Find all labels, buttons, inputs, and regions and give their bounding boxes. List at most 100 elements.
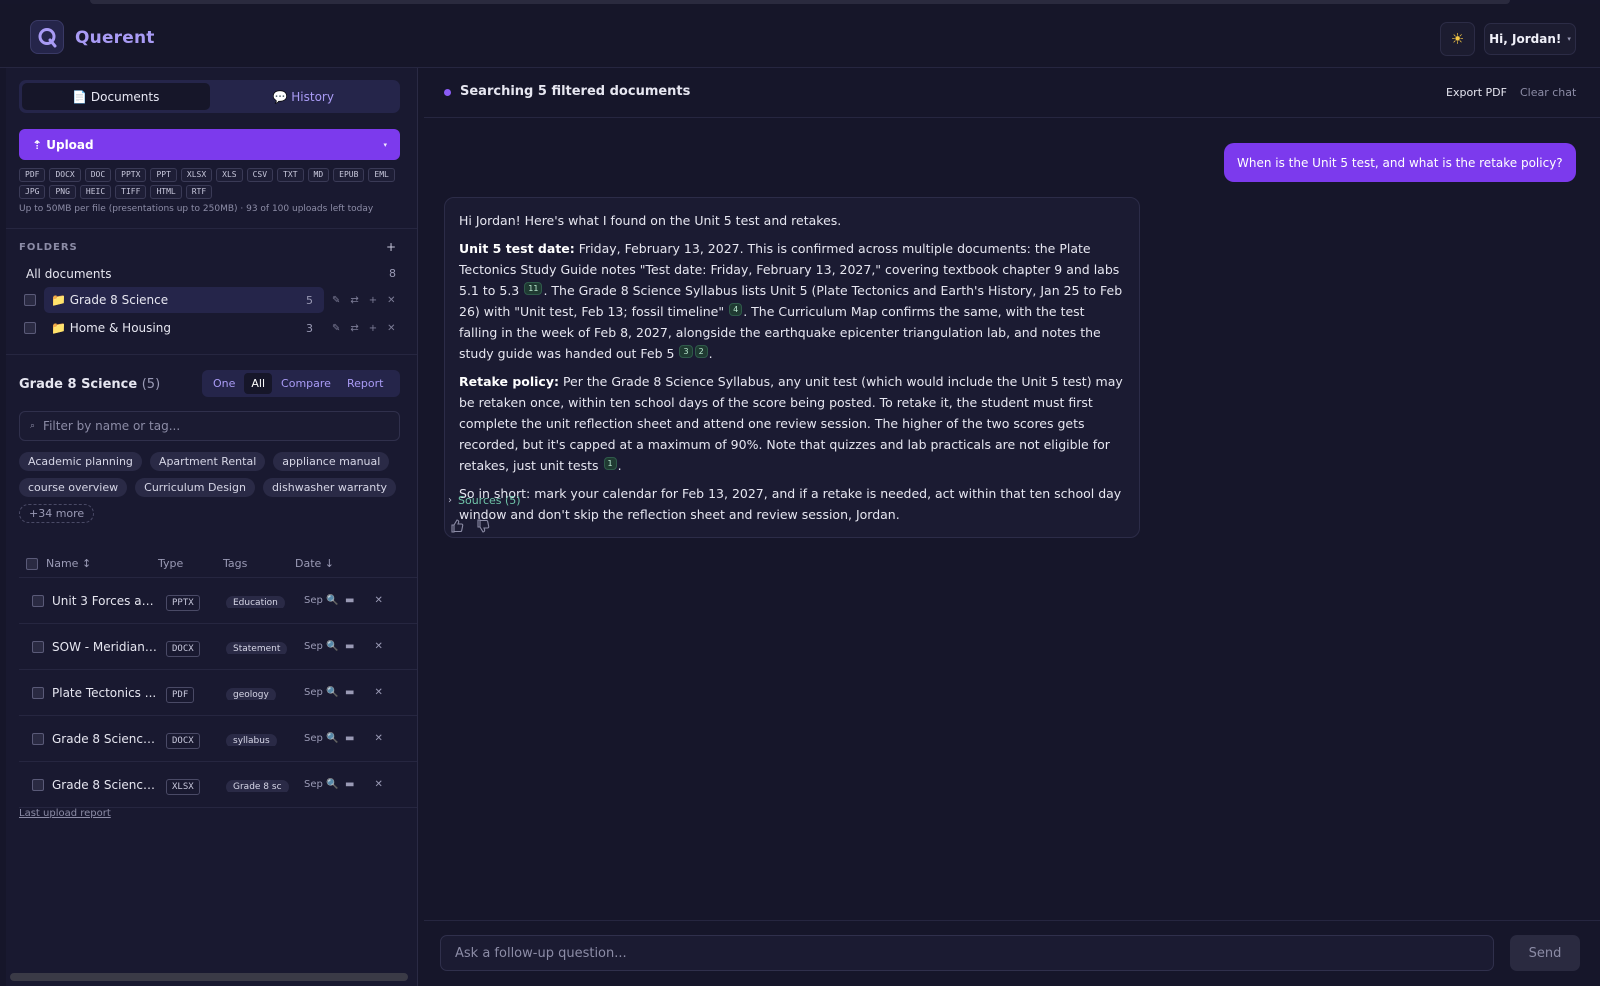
follow-up-input[interactable]: Ask a follow-up question...	[440, 935, 1494, 971]
answer-test-date: Unit 5 test date: Friday, February 13, 2…	[459, 238, 1125, 364]
format-chip: PDF	[19, 168, 46, 182]
citation-badge[interactable]: 11	[524, 282, 543, 295]
folder-label[interactable]: 📁 Home & Housing	[44, 315, 324, 341]
close-icon[interactable]: ✕	[374, 641, 382, 652]
search-doc-icon[interactable]: 🔍	[326, 595, 338, 606]
export-pdf-button[interactable]: Export PDF	[1446, 86, 1507, 99]
filter-input[interactable]: ⌕ Filter by name or tag...	[19, 411, 400, 441]
tag-chip[interactable]: Education	[226, 595, 285, 608]
thumbs-down-icon[interactable]	[476, 519, 490, 533]
mode-all[interactable]: All	[244, 373, 273, 394]
sun-icon: ☀	[1450, 30, 1465, 48]
row-checkbox[interactable]	[32, 594, 44, 607]
search-doc-icon[interactable]: 🔍	[326, 779, 338, 790]
theme-toggle-button[interactable]: ☀	[1440, 22, 1475, 56]
more-tags-button[interactable]: +34 more	[19, 504, 95, 523]
folder-checkbox[interactable]	[24, 322, 36, 334]
tag-chip[interactable]: Grade 8 sc	[226, 779, 289, 792]
column-name[interactable]: Name ↕	[46, 557, 158, 570]
tag-chip[interactable]: Apartment Rental	[149, 452, 266, 471]
edit-icon[interactable]: ✎	[332, 323, 340, 334]
citation-badge[interactable]: 2	[694, 345, 708, 358]
folder-icon[interactable]: ▬	[345, 641, 354, 652]
column-type[interactable]: Type	[158, 557, 223, 570]
folder-icon[interactable]: ▬	[345, 687, 354, 698]
format-chip: PPTX	[115, 168, 147, 182]
citation-badge[interactable]: 3	[679, 345, 693, 358]
column-date[interactable]: Date ↓	[295, 557, 334, 570]
horizontal-scrollbar[interactable]	[10, 973, 408, 981]
close-icon[interactable]: ✕	[374, 779, 382, 790]
logo[interactable]	[30, 20, 64, 54]
close-icon[interactable]: ✕	[387, 323, 395, 334]
document-name[interactable]: Grade 8 Science...	[52, 778, 160, 792]
folder-label[interactable]: 📁 Grade 8 Science	[44, 287, 324, 313]
document-date: Sep 🔍	[304, 641, 339, 652]
tag-chip[interactable]: syllabus	[226, 733, 277, 746]
chevron-down-icon[interactable]: ▾	[383, 141, 387, 149]
table-row[interactable]: Grade 8 Science... XLSX Grade 8 sc Sep 🔍 ▬ ✕	[19, 762, 417, 808]
add-icon[interactable]: +	[369, 295, 377, 306]
search-doc-icon[interactable]: 🔍	[326, 687, 338, 698]
tag-chip[interactable]: dishwasher warranty	[262, 478, 397, 497]
document-type: XLSX	[160, 778, 226, 795]
table-row[interactable]: Plate Tectonics ... PDF geology Sep 🔍 ▬ ✕	[19, 670, 417, 716]
tag-chip[interactable]: Academic planning	[19, 452, 142, 471]
close-icon[interactable]: ✕	[374, 687, 382, 698]
document-tag: Education	[226, 594, 300, 608]
row-checkbox[interactable]	[32, 640, 44, 653]
folder-name: 📁 Home & Housing	[51, 321, 171, 335]
tag-chip[interactable]: appliance manual	[273, 452, 390, 471]
folder-icon[interactable]: ▬	[345, 779, 354, 790]
select-all-checkbox[interactable]	[26, 557, 38, 570]
table-row[interactable]: SOW - Meridian ... DOCX Statement Sep 🔍 ▬ ✕	[19, 624, 417, 670]
sources-toggle[interactable]: › Sources (5)	[448, 494, 521, 507]
folder-checkbox[interactable]	[24, 294, 36, 306]
user-menu-button[interactable]: Hi, Jordan! ▾	[1484, 23, 1576, 55]
add-folder-button[interactable]: +	[386, 240, 396, 254]
search-doc-icon[interactable]: 🔍	[326, 733, 338, 744]
add-icon[interactable]: +	[369, 323, 377, 334]
tab-documents[interactable]: 📄 Documents	[22, 83, 210, 110]
close-icon[interactable]: ✕	[374, 595, 382, 606]
tag-chip[interactable]: Statement	[226, 641, 288, 654]
document-name[interactable]: Grade 8 Science...	[52, 732, 160, 746]
mode-one[interactable]: One	[206, 373, 242, 394]
format-chip: MD	[307, 168, 330, 182]
tag-chip[interactable]: course overview	[19, 478, 128, 497]
table-row[interactable]: Unit 3 Forces an... PPTX Education Sep 🔍 ▬ ✕	[19, 578, 417, 624]
document-name[interactable]: SOW - Meridian ...	[52, 640, 160, 654]
row-checkbox[interactable]	[32, 686, 44, 699]
folder-icon[interactable]: ▬	[345, 733, 354, 744]
search-doc-icon[interactable]: 🔍	[326, 641, 338, 652]
document-name[interactable]: Plate Tectonics ...	[52, 686, 160, 700]
thumbs-up-icon[interactable]	[450, 519, 464, 533]
folder-home-housing[interactable]: 📁 Home & Housing 3 ✎ ⇄ + ✕	[19, 315, 399, 341]
folder-icon[interactable]: ▬	[345, 595, 354, 606]
clear-chat-button[interactable]: Clear chat	[1520, 86, 1576, 99]
mode-report[interactable]: Report	[340, 373, 390, 394]
tag-chip[interactable]: Curriculum Design	[135, 478, 255, 497]
last-upload-report-link[interactable]: Last upload report	[19, 808, 111, 819]
folder-grade-8-science[interactable]: 📁 Grade 8 Science 5 ✎ ⇄ + ✕	[19, 287, 399, 313]
mode-compare[interactable]: Compare	[274, 373, 338, 394]
edit-icon[interactable]: ✎	[332, 295, 340, 306]
tab-history[interactable]: 💬 History	[210, 83, 398, 110]
close-icon[interactable]: ✕	[374, 733, 382, 744]
column-tags[interactable]: Tags	[223, 557, 295, 570]
citation-badge[interactable]: 1	[603, 457, 617, 470]
sort-icon: ↕	[81, 557, 92, 570]
row-checkbox[interactable]	[32, 778, 44, 791]
close-icon[interactable]: ✕	[387, 295, 395, 306]
upload-button[interactable]: ⇡ Upload ▾	[19, 129, 400, 160]
table-row[interactable]: Grade 8 Science... DOCX syllabus Sep 🔍 ▬ ✕	[19, 716, 417, 762]
citation-badge[interactable]: 4	[729, 303, 743, 316]
tag-chip[interactable]: geology	[226, 687, 276, 700]
all-documents-item[interactable]: All documents 8	[26, 267, 396, 281]
move-icon[interactable]: ⇄	[350, 323, 358, 334]
row-checkbox[interactable]	[32, 732, 44, 745]
send-button[interactable]: Send	[1510, 935, 1580, 971]
type-badge: DOCX	[166, 640, 200, 657]
document-name[interactable]: Unit 3 Forces an...	[52, 594, 160, 608]
move-icon[interactable]: ⇄	[350, 295, 358, 306]
